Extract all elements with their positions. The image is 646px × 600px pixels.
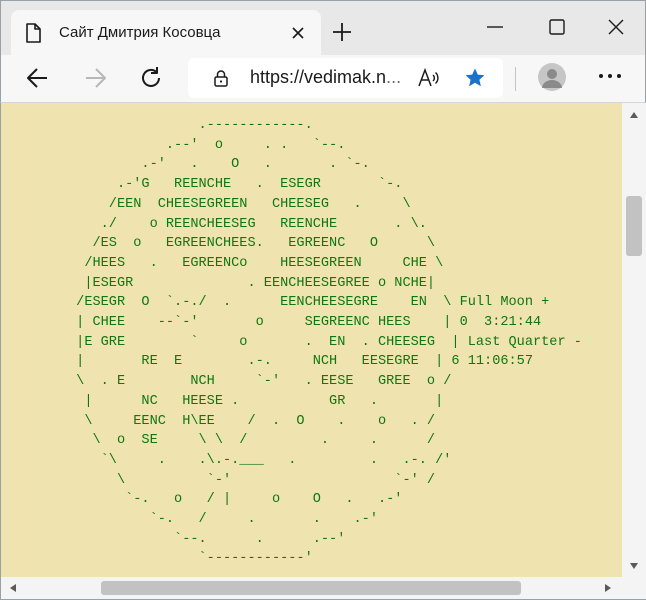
back-arrow-icon[interactable] [25,65,51,91]
tab-close-icon[interactable] [291,26,305,40]
more-options-icon[interactable] [597,71,623,81]
horizontal-scroll-thumb[interactable] [101,581,521,595]
scrollbar-corner [622,577,646,599]
moon-ascii-art: .------------. .--' o . . `--. .-' . O .… [76,118,582,567]
forward-arrow-icon[interactable] [82,65,108,91]
browser-toolbar: https://vedimak.n... [0,55,646,103]
scroll-left-arrow-icon[interactable] [9,583,17,593]
tab-title: Сайт Дмитрия Косовца [59,24,221,41]
profile-avatar[interactable] [538,63,566,91]
vertical-scroll-thumb[interactable] [626,196,642,256]
content-viewport: .------------. .--' o . . `--. .-' . O .… [0,103,646,600]
address-bar[interactable]: https://vedimak.n... [188,58,503,98]
page-icon [26,23,41,43]
window-close-icon[interactable] [604,15,628,39]
scroll-up-arrow-icon[interactable] [629,111,639,119]
url-main: https://vedimak.n [250,67,387,87]
url-text[interactable]: https://vedimak.n... [250,67,412,88]
scroll-right-arrow-icon[interactable] [604,583,612,593]
minimize-icon[interactable] [483,15,507,39]
maximize-icon[interactable] [545,15,569,39]
url-ellipsis: ... [386,67,402,87]
reload-icon[interactable] [138,65,164,91]
title-bar: Сайт Дмитрия Косовца [0,0,646,56]
web-page: .------------. .--' o . . `--. .-' . O .… [1,103,622,577]
toolbar-divider [515,67,516,91]
browser-tab-active[interactable]: Сайт Дмитрия Косовца [11,10,321,56]
new-tab-icon[interactable] [331,21,353,43]
favorite-star-icon[interactable] [464,67,486,89]
horizontal-scrollbar[interactable] [1,577,622,599]
person-icon [542,69,562,88]
vertical-scrollbar[interactable] [622,103,646,577]
scroll-down-arrow-icon[interactable] [629,562,639,570]
read-aloud-icon[interactable] [417,67,441,89]
lock-icon[interactable] [212,69,230,87]
